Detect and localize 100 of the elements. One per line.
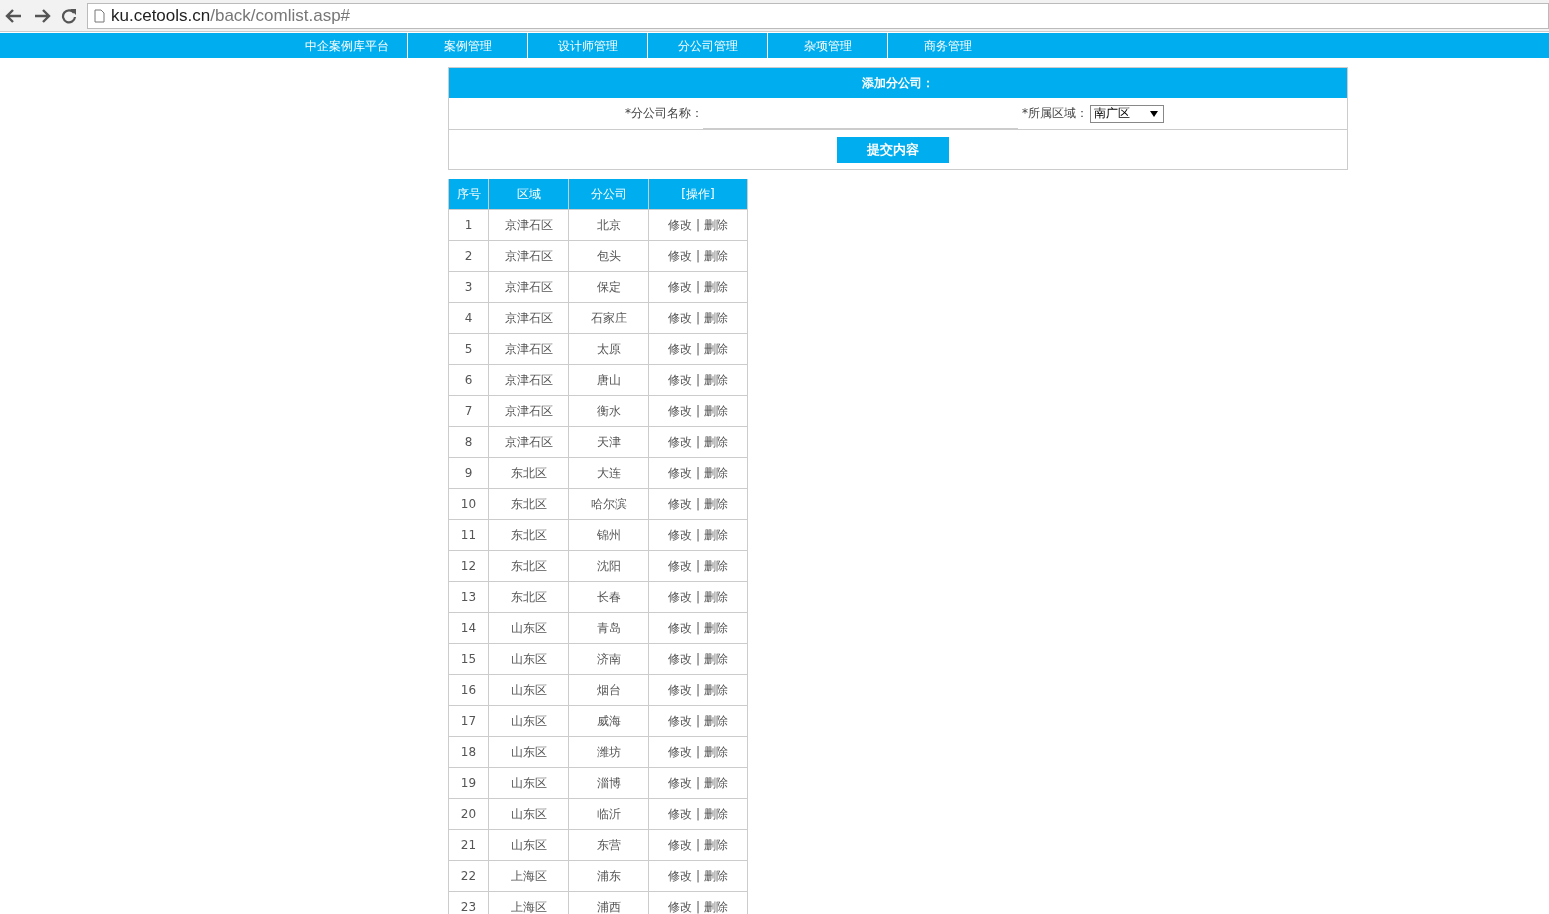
- edit-link[interactable]: 修改: [668, 899, 693, 914]
- table-cell: 山东区: [488, 829, 569, 861]
- edit-link[interactable]: 修改: [668, 620, 693, 635]
- edit-link[interactable]: 修改: [668, 279, 693, 294]
- delete-link[interactable]: 删除: [703, 341, 728, 356]
- edit-link[interactable]: 修改: [668, 558, 693, 573]
- edit-link[interactable]: 修改: [668, 341, 693, 356]
- table-cell: 浦东: [568, 860, 649, 892]
- column-header: 序号: [448, 179, 489, 210]
- back-arrow-icon[interactable]: [5, 7, 23, 24]
- table-cell: 8: [448, 426, 489, 458]
- table-cell: 京津石区: [488, 395, 569, 427]
- separator: |: [695, 279, 700, 294]
- table-cell: 京津石区: [488, 364, 569, 396]
- field-label: *分公司名称：: [625, 105, 703, 122]
- separator: |: [695, 310, 700, 325]
- edit-link[interactable]: 修改: [668, 589, 693, 604]
- table-cell: 东北区: [488, 550, 569, 582]
- delete-link[interactable]: 删除: [703, 279, 728, 294]
- edit-link[interactable]: 修改: [668, 868, 693, 883]
- table-cell: 东北区: [488, 457, 569, 489]
- separator: |: [695, 899, 700, 914]
- table-cell: 东北区: [488, 519, 569, 551]
- delete-link[interactable]: 删除: [703, 496, 728, 511]
- table-cell: 石家庄: [568, 302, 649, 334]
- table-cell: 16: [448, 674, 489, 706]
- edit-link[interactable]: 修改: [668, 744, 693, 759]
- edit-link[interactable]: 修改: [668, 310, 693, 325]
- table-cell: 17: [448, 705, 489, 737]
- edit-link[interactable]: 修改: [668, 806, 693, 821]
- table-cell: 哈尔滨: [568, 488, 649, 520]
- page-icon: [94, 8, 105, 23]
- table-cell: 长春: [568, 581, 649, 613]
- delete-link[interactable]: 删除: [703, 248, 728, 263]
- edit-link[interactable]: 修改: [668, 713, 693, 728]
- edit-link[interactable]: 修改: [668, 527, 693, 542]
- edit-link[interactable]: 修改: [668, 465, 693, 480]
- delete-link[interactable]: 删除: [703, 403, 728, 418]
- edit-link[interactable]: 修改: [668, 837, 693, 852]
- table-cell: 14: [448, 612, 489, 644]
- separator: |: [695, 341, 700, 356]
- forward-arrow-icon[interactable]: [33, 7, 51, 24]
- delete-link[interactable]: 删除: [703, 744, 728, 759]
- separator: |: [695, 589, 700, 604]
- delete-link[interactable]: 删除: [703, 465, 728, 480]
- table-cell: 山东区: [488, 643, 569, 675]
- edit-link[interactable]: 修改: [668, 775, 693, 790]
- delete-link[interactable]: 删除: [703, 806, 728, 821]
- separator: |: [695, 868, 700, 883]
- delete-link[interactable]: 删除: [703, 310, 728, 325]
- table-cell: 山东区: [488, 705, 569, 737]
- edit-link[interactable]: 修改: [668, 217, 693, 232]
- delete-link[interactable]: 删除: [703, 899, 728, 914]
- delete-link[interactable]: 删除: [703, 682, 728, 697]
- region-select[interactable]: 南广区: [1090, 104, 1164, 123]
- table-cell: 淄博: [568, 767, 649, 799]
- delete-link[interactable]: 删除: [703, 527, 728, 542]
- table-cell: 衡水: [568, 395, 649, 427]
- table-cell: 沈阳: [568, 550, 649, 582]
- edit-link[interactable]: 修改: [668, 682, 693, 697]
- separator: |: [695, 465, 700, 480]
- table-cell: 9: [448, 457, 489, 489]
- separator: |: [695, 837, 700, 852]
- separator: |: [695, 372, 700, 387]
- delete-link[interactable]: 删除: [703, 713, 728, 728]
- delete-link[interactable]: 删除: [703, 868, 728, 883]
- edit-link[interactable]: 修改: [668, 248, 693, 263]
- table-cell: 15: [448, 643, 489, 675]
- edit-link[interactable]: 修改: [668, 403, 693, 418]
- delete-link[interactable]: 删除: [703, 651, 728, 666]
- address-bar[interactable]: ku.cetools.cn/back/comlist.asp#: [87, 2, 1549, 29]
- table-cell: 东北区: [488, 488, 569, 520]
- separator: |: [695, 775, 700, 790]
- delete-link[interactable]: 删除: [703, 372, 728, 387]
- table-cell: 13: [448, 581, 489, 613]
- separator: |: [695, 682, 700, 697]
- column-header: 分公司: [568, 179, 649, 210]
- table-cell: 京津石区: [488, 426, 569, 458]
- edit-link[interactable]: 修改: [668, 372, 693, 387]
- delete-link[interactable]: 删除: [703, 837, 728, 852]
- edit-link[interactable]: 修改: [668, 651, 693, 666]
- table-cell: 6: [448, 364, 489, 396]
- delete-link[interactable]: 删除: [703, 620, 728, 635]
- edit-link[interactable]: 修改: [668, 496, 693, 511]
- separator: |: [695, 651, 700, 666]
- delete-link[interactable]: 删除: [703, 217, 728, 232]
- field-label: *所属区域：: [1022, 105, 1088, 122]
- reload-icon[interactable]: [61, 7, 77, 24]
- separator: |: [695, 806, 700, 821]
- table-cell: 21: [448, 829, 489, 861]
- delete-link[interactable]: 删除: [703, 434, 728, 449]
- edit-link[interactable]: 修改: [668, 434, 693, 449]
- delete-link[interactable]: 删除: [703, 589, 728, 604]
- table-cell: 山东区: [488, 798, 569, 830]
- table-cell: 天津: [568, 426, 649, 458]
- delete-link[interactable]: 删除: [703, 558, 728, 573]
- delete-link[interactable]: 删除: [703, 775, 728, 790]
- table-cell: 烟台: [568, 674, 649, 706]
- column-header: 区域: [488, 179, 569, 210]
- table-cell: 东营: [568, 829, 649, 861]
